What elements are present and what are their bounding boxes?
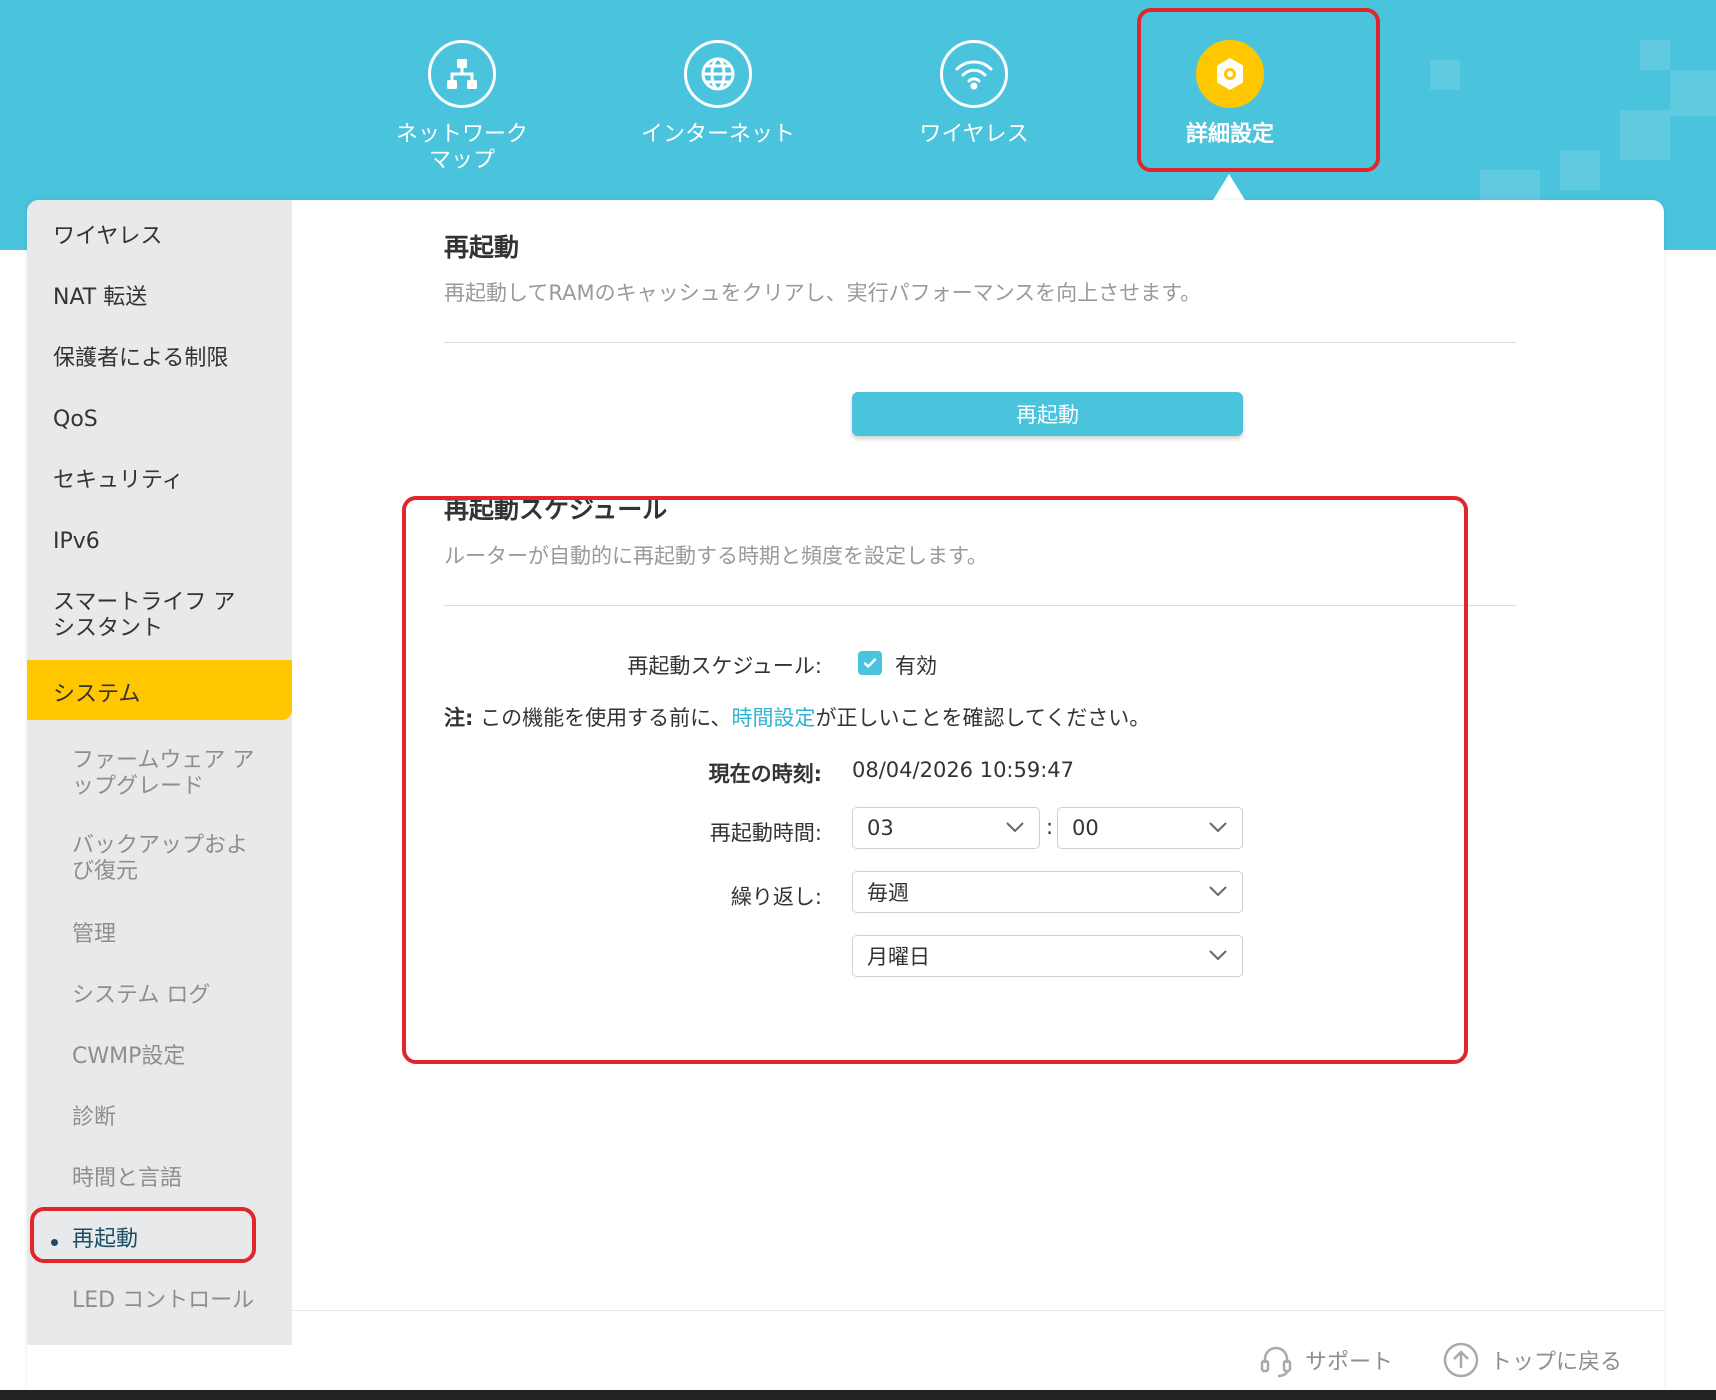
decoration: [1430, 60, 1460, 90]
sidebar-sub-time-language[interactable]: 時間と言語: [72, 1166, 182, 1192]
nav-label: ワイヤレス: [919, 122, 1029, 147]
nav-internet[interactable]: インターネット: [628, 40, 808, 148]
sidebar-item-nat[interactable]: NAT 転送: [53, 285, 147, 311]
headset-icon: [1260, 1346, 1292, 1378]
wifi-icon: [940, 40, 1008, 108]
decoration: [1620, 110, 1670, 160]
main-panel: ワイヤレス NAT 転送 保護者による制限 QoS セキュリティ IPv6 スマ…: [27, 200, 1664, 1400]
sidebar-sub-diagnostics[interactable]: 診断: [72, 1105, 116, 1131]
divider: [444, 342, 1516, 343]
reboot-title: 再起動: [444, 233, 520, 262]
sidebar-item-system[interactable]: システム: [27, 660, 292, 720]
sidebar-item-parental[interactable]: 保護者による制限: [53, 346, 228, 372]
sidebar-item-wireless[interactable]: ワイヤレス: [53, 224, 162, 250]
network-map-icon: [428, 40, 496, 108]
highlight-box-schedule: [402, 496, 1468, 1064]
nav-network-map[interactable]: ネットワーク マップ: [372, 40, 552, 174]
nav-wireless[interactable]: ワイヤレス: [884, 40, 1064, 148]
sidebar-sub-admin[interactable]: 管理: [72, 922, 116, 948]
decoration: [1670, 70, 1716, 116]
sidebar-item-ipv6[interactable]: IPv6: [53, 529, 100, 555]
sidebar-sub-cwmp[interactable]: CWMP設定: [72, 1044, 185, 1070]
back-to-top-link[interactable]: トップに戻る: [1442, 1341, 1622, 1379]
reboot-description: 再起動してRAMのキャッシュをクリアし、実行パフォーマンスを向上させます。: [444, 281, 1202, 305]
sidebar: ワイヤレス NAT 転送 保護者による制限 QoS セキュリティ IPv6 スマ…: [27, 200, 292, 1345]
decoration: [1640, 40, 1670, 70]
sidebar-item-label: システム: [53, 682, 141, 707]
sidebar-sub-backup[interactable]: バックアップおよ び復元: [72, 833, 248, 885]
nav-label: ネットワーク マップ: [395, 122, 528, 173]
bottom-strip: [0, 1390, 1716, 1400]
sidebar-sub-led[interactable]: LED コントロール: [72, 1288, 254, 1314]
globe-icon: [684, 40, 752, 108]
content-area: 再起動 再起動してRAMのキャッシュをクリアし、実行パフォーマンスを向上させます…: [292, 200, 1664, 1400]
nav-label: インターネット: [640, 122, 795, 147]
sidebar-sub-syslog[interactable]: システム ログ: [72, 983, 210, 1009]
highlight-box-reboot: [30, 1207, 256, 1263]
decoration: [1560, 150, 1600, 190]
footer: サポート トップに戻る: [292, 1310, 1664, 1400]
arrow-up-circle-icon: [1443, 1342, 1479, 1378]
sidebar-item-security[interactable]: セキュリティ: [53, 468, 184, 494]
nav-active-pointer: [1213, 174, 1245, 200]
back-to-top-label: トップに戻る: [1490, 1350, 1623, 1375]
sidebar-item-qos[interactable]: QoS: [53, 407, 98, 433]
reboot-button[interactable]: 再起動: [852, 392, 1243, 436]
support-link[interactable]: サポート: [1257, 1341, 1393, 1379]
sidebar-sub-firmware[interactable]: ファームウェア ア ップグレード: [72, 748, 254, 800]
support-label: サポート: [1305, 1350, 1394, 1375]
highlight-box-advanced: [1137, 8, 1380, 172]
sidebar-item-smartlife[interactable]: スマートライフ ア シスタント: [53, 590, 235, 642]
